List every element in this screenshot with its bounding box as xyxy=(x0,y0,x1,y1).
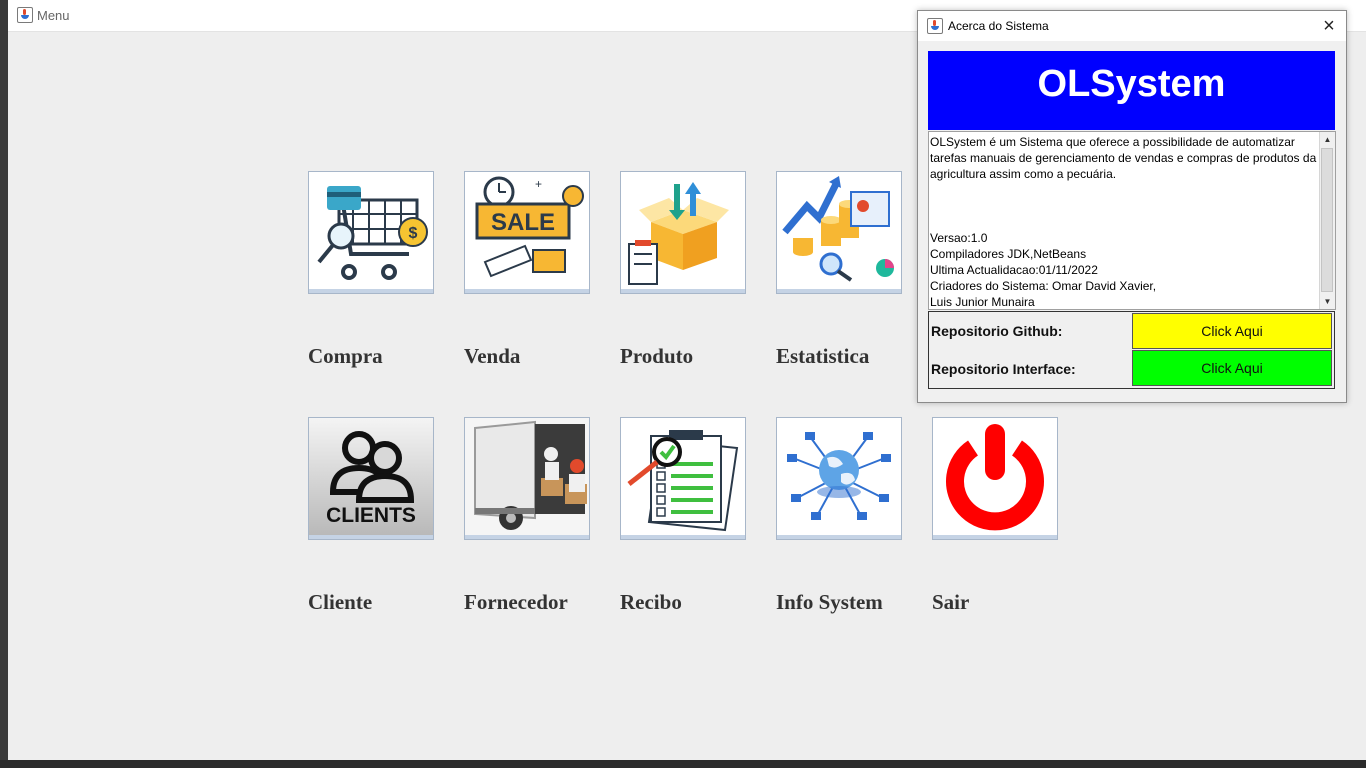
last-update-text: Ultima Actualidacao:01/11/2022 xyxy=(930,263,1098,277)
about-textarea[interactable]: OLSystem é um Sistema que oferece a poss… xyxy=(928,131,1336,310)
sale-tag-icon: SALE + xyxy=(475,176,584,278)
sair-button[interactable] xyxy=(932,417,1058,540)
github-button[interactable]: Click Aqui xyxy=(1132,313,1332,349)
java-icon xyxy=(927,18,943,34)
venda-button[interactable]: SALE + xyxy=(464,171,590,294)
about-dialog: Acerca do Sistema × OLSystem OLSystem é … xyxy=(917,10,1347,403)
compra-label: Compra xyxy=(308,344,383,368)
power-icon xyxy=(946,424,1044,531)
repository-panel: Repositorio Github: Click Aqui Repositor… xyxy=(928,311,1335,389)
java-icon xyxy=(17,7,33,23)
clients-icon: CLIENTS xyxy=(309,418,433,535)
sair-label: Sair xyxy=(932,590,970,614)
interface-button[interactable]: Click Aqui xyxy=(1132,350,1332,386)
scroll-up-icon[interactable]: ▲ xyxy=(1320,132,1335,147)
recibo-label: Recibo xyxy=(620,590,682,614)
window-title: Menu xyxy=(37,8,70,23)
about-titlebar: Acerca do Sistema × xyxy=(918,11,1346,41)
scroll-down-icon[interactable]: ▼ xyxy=(1320,294,1335,309)
produto-button[interactable] xyxy=(620,171,746,294)
produto-label: Produto xyxy=(620,344,694,368)
about-text: OLSystem é um Sistema que oferece a poss… xyxy=(930,134,1318,310)
fornecedor-button[interactable] xyxy=(464,417,590,540)
about-title: Acerca do Sistema xyxy=(948,19,1049,33)
receipt-checklist-icon xyxy=(627,430,739,532)
creators-text-2: Luis Junior Munaira xyxy=(930,295,1035,309)
fornecedor-label: Fornecedor xyxy=(464,590,568,614)
shopping-cart-icon: $ xyxy=(317,186,428,280)
github-label: Repositorio Github: xyxy=(931,323,1063,339)
info-system-button[interactable] xyxy=(776,417,902,540)
cliente-label: Cliente xyxy=(308,590,373,614)
scrollbar-thumb[interactable] xyxy=(1321,148,1333,292)
statistics-chart-icon xyxy=(782,176,894,282)
network-globe-icon xyxy=(787,432,891,520)
venda-label: Venda xyxy=(464,344,521,368)
background-window-edge xyxy=(0,0,8,760)
delivery-truck-icon xyxy=(465,418,589,535)
svg-text:SALE: SALE xyxy=(491,209,555,236)
creators-text: Criadores do Sistema: Omar David Xavier, xyxy=(930,279,1157,293)
svg-text:$: $ xyxy=(409,225,418,242)
compilers-text: Compiladores JDK,NetBeans xyxy=(930,247,1087,261)
vertical-scrollbar[interactable]: ▲ ▼ xyxy=(1319,132,1335,309)
version-text: Versao:1.0 xyxy=(930,231,988,245)
cliente-button[interactable]: CLIENTS xyxy=(308,417,434,540)
svg-text:+: + xyxy=(535,177,542,191)
interface-label: Repositorio Interface: xyxy=(931,361,1076,377)
product-box-icon xyxy=(628,182,729,285)
svg-text:CLIENTS: CLIENTS xyxy=(326,504,416,527)
description-text: OLSystem é um Sistema que oferece a poss… xyxy=(930,135,1317,181)
info-system-label: Info System xyxy=(776,590,883,614)
compra-button[interactable]: $ xyxy=(308,171,434,294)
recibo-button[interactable] xyxy=(620,417,746,540)
estatistica-button[interactable] xyxy=(776,171,902,294)
estatistica-label: Estatistica xyxy=(776,344,870,368)
system-banner: OLSystem xyxy=(928,51,1335,130)
close-icon[interactable]: × xyxy=(1318,15,1340,37)
